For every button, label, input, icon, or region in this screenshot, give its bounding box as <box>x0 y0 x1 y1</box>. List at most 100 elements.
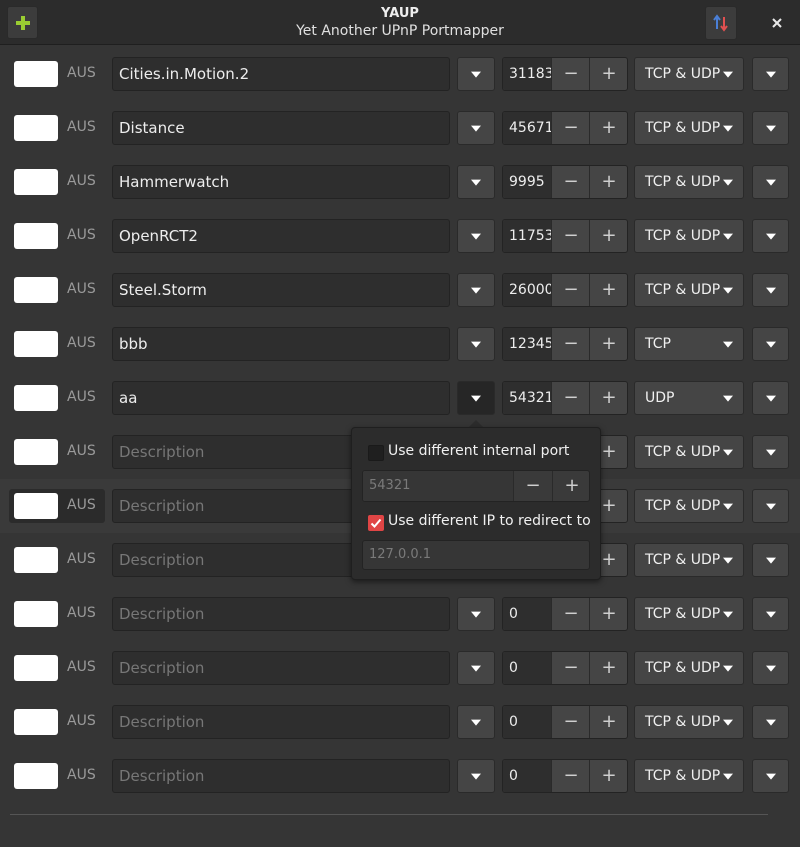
internal-port-checkbox[interactable] <box>368 445 384 461</box>
port-decrement-button[interactable]: − <box>551 652 590 684</box>
description-input[interactable]: Description <box>112 759 450 793</box>
port-input[interactable]: 54321 <box>503 382 551 414</box>
options-dropdown-button[interactable] <box>457 759 495 793</box>
description-input[interactable]: Hammerwatch <box>112 165 450 199</box>
port-decrement-button[interactable]: − <box>551 112 590 144</box>
row-menu-button[interactable] <box>752 759 789 793</box>
port-decrement-button[interactable]: − <box>551 706 590 738</box>
port-decrement-button[interactable]: − <box>551 274 590 306</box>
port-input[interactable]: 0 <box>503 652 551 684</box>
protocol-select[interactable]: TCP & UDP <box>634 705 744 739</box>
enable-switch[interactable] <box>14 61 58 87</box>
port-input[interactable]: 12345 <box>503 328 551 360</box>
description-input[interactable]: Description <box>112 705 450 739</box>
description-input[interactable]: OpenRCT2 <box>112 219 450 253</box>
close-button[interactable] <box>760 6 794 40</box>
port-increment-button[interactable]: + <box>589 220 627 252</box>
port-increment-button[interactable]: + <box>589 274 627 306</box>
redirect-ip-checkbox[interactable] <box>368 515 384 531</box>
port-decrement-button[interactable]: − <box>551 58 590 90</box>
protocol-select[interactable]: TCP & UDP <box>634 651 744 685</box>
port-input[interactable]: 11753 <box>503 220 551 252</box>
protocol-select[interactable]: TCP & UDP <box>634 219 744 253</box>
options-dropdown-button[interactable] <box>457 381 495 415</box>
protocol-select[interactable]: TCP & UDP <box>634 435 744 469</box>
protocol-select[interactable]: TCP & UDP <box>634 759 744 793</box>
enable-switch[interactable] <box>14 115 58 141</box>
row-menu-button[interactable] <box>752 273 789 307</box>
options-dropdown-button[interactable] <box>457 327 495 361</box>
enable-switch[interactable] <box>14 601 58 627</box>
port-decrement-button[interactable]: − <box>551 760 590 792</box>
protocol-select[interactable]: UDP <box>634 381 744 415</box>
internal-port-increment-button[interactable]: + <box>552 471 589 501</box>
description-input[interactable]: bbb <box>112 327 450 361</box>
enable-switch[interactable] <box>14 763 58 789</box>
protocol-select[interactable]: TCP & UDP <box>634 597 744 631</box>
port-input[interactable]: 31183 <box>503 58 551 90</box>
options-dropdown-button[interactable] <box>457 651 495 685</box>
port-input[interactable]: 0 <box>503 598 551 630</box>
enable-switch[interactable] <box>14 223 58 249</box>
protocol-select[interactable]: TCP <box>634 327 744 361</box>
row-menu-button[interactable] <box>752 57 789 91</box>
row-menu-button[interactable] <box>752 489 789 523</box>
row-menu-button[interactable] <box>752 651 789 685</box>
options-dropdown-button[interactable] <box>457 111 495 145</box>
port-input[interactable]: 45671 <box>503 112 551 144</box>
row-menu-button[interactable] <box>752 435 789 469</box>
port-input[interactable]: 0 <box>503 760 551 792</box>
protocol-select[interactable]: TCP & UDP <box>634 273 744 307</box>
protocol-select[interactable]: TCP & UDP <box>634 165 744 199</box>
options-dropdown-button[interactable] <box>457 57 495 91</box>
port-input[interactable]: 26000 <box>503 274 551 306</box>
protocol-select[interactable]: TCP & UDP <box>634 489 744 523</box>
port-decrement-button[interactable]: − <box>551 220 590 252</box>
row-menu-button[interactable] <box>752 165 789 199</box>
enable-switch[interactable] <box>14 385 58 411</box>
port-increment-button[interactable]: + <box>589 706 627 738</box>
protocol-select[interactable]: TCP & UDP <box>634 111 744 145</box>
enable-switch[interactable] <box>14 709 58 735</box>
enable-switch[interactable] <box>14 169 58 195</box>
port-increment-button[interactable]: + <box>589 112 627 144</box>
description-input[interactable]: aa <box>112 381 450 415</box>
enable-switch[interactable] <box>14 655 58 681</box>
enable-switch[interactable] <box>14 277 58 303</box>
port-decrement-button[interactable]: − <box>551 382 590 414</box>
options-dropdown-button[interactable] <box>457 597 495 631</box>
port-input[interactable]: 0 <box>503 706 551 738</box>
port-increment-button[interactable]: + <box>589 598 627 630</box>
description-input[interactable]: Distance <box>112 111 450 145</box>
port-increment-button[interactable]: + <box>589 382 627 414</box>
options-dropdown-button[interactable] <box>457 219 495 253</box>
row-menu-button[interactable] <box>752 111 789 145</box>
port-decrement-button[interactable]: − <box>551 166 590 198</box>
redirect-ip-input[interactable]: 127.0.0.1 <box>362 540 590 570</box>
port-increment-button[interactable]: + <box>589 328 627 360</box>
options-dropdown-button[interactable] <box>457 165 495 199</box>
internal-port-decrement-button[interactable]: − <box>513 471 552 501</box>
port-decrement-button[interactable]: − <box>551 328 590 360</box>
port-increment-button[interactable]: + <box>589 652 627 684</box>
port-increment-button[interactable]: + <box>589 58 627 90</box>
row-menu-button[interactable] <box>752 543 789 577</box>
internal-port-input[interactable]: 54321 <box>363 471 513 501</box>
port-increment-button[interactable]: + <box>589 166 627 198</box>
port-input[interactable]: 9995 <box>503 166 551 198</box>
row-menu-button[interactable] <box>752 219 789 253</box>
description-input[interactable]: Steel.Storm <box>112 273 450 307</box>
row-menu-button[interactable] <box>752 381 789 415</box>
port-decrement-button[interactable]: − <box>551 598 590 630</box>
row-menu-button[interactable] <box>752 327 789 361</box>
row-menu-button[interactable] <box>752 705 789 739</box>
options-dropdown-button[interactable] <box>457 273 495 307</box>
enable-switch[interactable] <box>14 439 58 465</box>
description-input[interactable]: Description <box>112 597 450 631</box>
enable-switch[interactable] <box>14 547 58 573</box>
enable-switch[interactable] <box>14 493 58 519</box>
sort-button[interactable] <box>705 6 737 40</box>
protocol-select[interactable]: TCP & UDP <box>634 57 744 91</box>
description-input[interactable]: Cities.in.Motion.2 <box>112 57 450 91</box>
description-input[interactable]: Description <box>112 651 450 685</box>
